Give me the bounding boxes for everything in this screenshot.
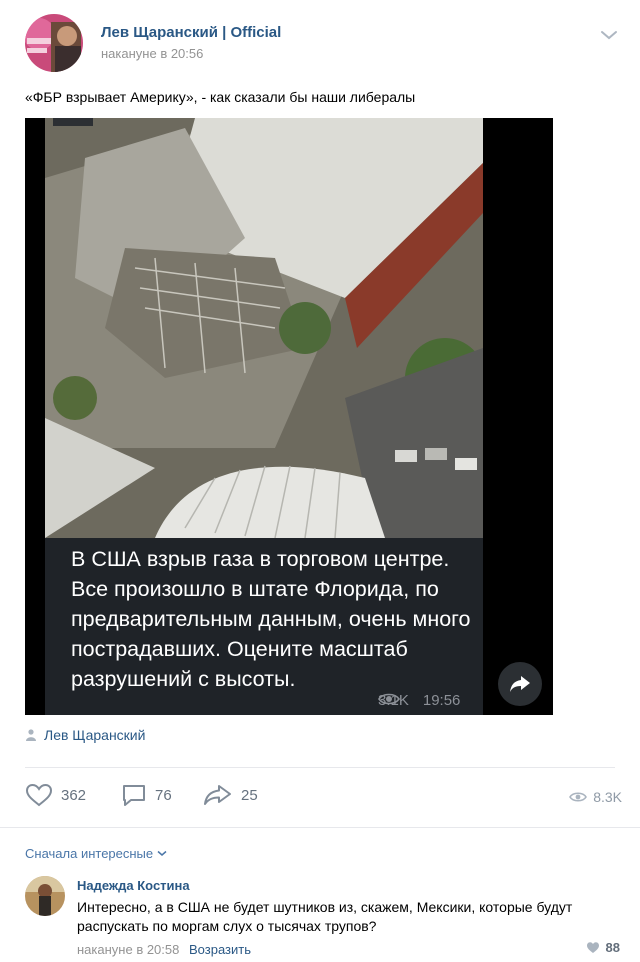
comment-text: Интересно, а в США не будет шутников из,…: [77, 899, 573, 934]
chevron-down-icon[interactable]: [600, 28, 618, 40]
post-text: «ФБР взрывает Америку», - как сказали бы…: [25, 89, 416, 105]
divider: [25, 767, 615, 768]
comment-count: 76: [155, 786, 172, 804]
share-button[interactable]: [498, 662, 542, 706]
comment-reply-link[interactable]: Возразить: [189, 942, 251, 957]
post-actions: 362 76 25 8.3K: [25, 783, 622, 813]
comment-like-count: 88: [605, 940, 620, 955]
like-icon: [586, 942, 599, 953]
author-name[interactable]: Лев Щаранский | Official: [101, 24, 281, 41]
eye-icon: [378, 693, 400, 705]
comment-time[interactable]: накануне в 20:58: [77, 942, 179, 957]
comments-section: Сначала интересные Надежда Костина Интер…: [0, 827, 640, 962]
eye-icon: [569, 792, 588, 802]
video-time: 19:56: [422, 692, 461, 709]
post-signer[interactable]: Лев Щаранский: [26, 727, 145, 743]
like-action[interactable]: 362: [25, 783, 86, 807]
share-count: 25: [241, 786, 258, 804]
comment-avatar[interactable]: [25, 876, 65, 916]
comment-meta: накануне в 20:58 Возразить: [77, 942, 251, 957]
signer-name[interactable]: Лев Щаранский: [44, 727, 145, 743]
comment-action[interactable]: 76: [121, 783, 172, 807]
repost-action[interactable]: 25: [203, 783, 258, 807]
share-arrow-icon: [510, 676, 530, 692]
author-avatar[interactable]: [25, 14, 83, 72]
like-count: 362: [61, 786, 87, 804]
video-frame[interactable]: В США взрыв газа в торговом центре. Все …: [45, 118, 483, 715]
video-caption: В США взрыв газа в торговом центре. Все …: [71, 547, 471, 691]
comments-sort-label[interactable]: Сначала интересные: [25, 846, 153, 861]
post-header: Лев Щаранский | Official накануне в 20:5…: [0, 0, 640, 80]
video-attachment[interactable]: В США взрыв газа в торговом центре. Все …: [25, 118, 553, 715]
comment-like-button[interactable]: 88: [586, 940, 620, 955]
post-time[interactable]: накануне в 20:56: [101, 46, 203, 61]
comment-author[interactable]: Надежда Костина: [77, 878, 190, 893]
heart-icon: [25, 783, 53, 807]
video-views: 3.1K 19:56: [378, 692, 460, 709]
post-views: 8.3K: [569, 789, 622, 805]
repost-icon: [204, 785, 231, 805]
comment-icon: [123, 785, 145, 806]
post-views-count: 8.3K: [593, 789, 622, 805]
person-icon: [26, 729, 36, 741]
chevron-down-icon: [157, 850, 167, 856]
comments-sort-toggle[interactable]: Сначала интересные: [25, 846, 167, 861]
